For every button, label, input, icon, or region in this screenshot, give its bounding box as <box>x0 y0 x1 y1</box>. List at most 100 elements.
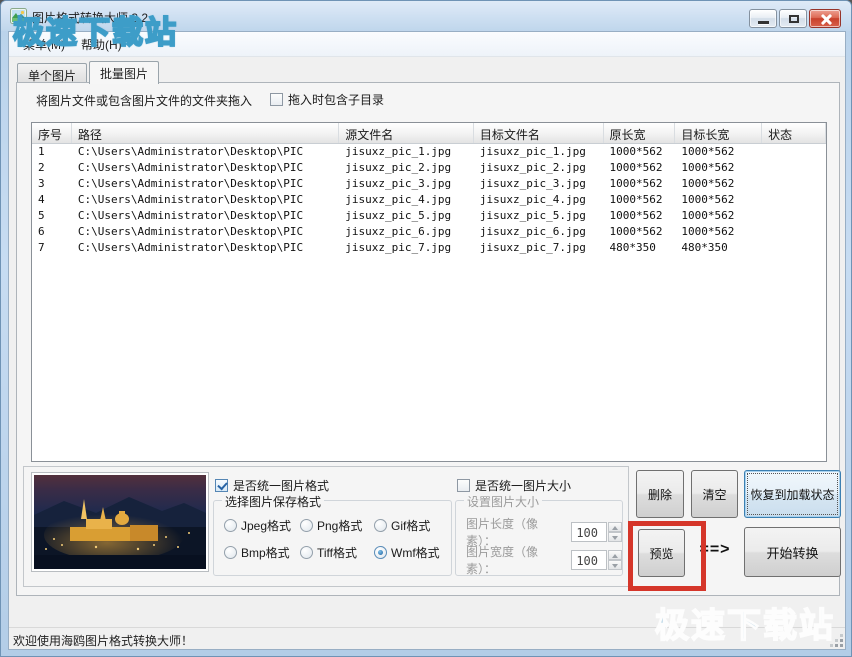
tab-batch-images[interactable]: 批量图片 <box>89 61 159 84</box>
unify-format-checkbox[interactable] <box>215 479 228 492</box>
table-cell-target_size: 1000*562 <box>675 224 762 240</box>
radio-png[interactable] <box>300 519 313 532</box>
table-cell-target: jisuxz_pic_2.jpg <box>474 160 604 176</box>
col-header-target-size[interactable]: 目标长宽 <box>675 123 762 143</box>
night-city-image <box>34 475 206 569</box>
table-cell-target_size: 1000*562 <box>675 208 762 224</box>
down-arrow-icon[interactable] <box>608 560 622 570</box>
start-convert-button[interactable]: 开始转换 <box>744 527 841 577</box>
table-row[interactable]: 4C:\Users\Administrator\Desktop\PICjisux… <box>32 192 826 208</box>
radio-gif[interactable] <box>374 519 387 532</box>
table-row[interactable]: 2C:\Users\Administrator\Desktop\PICjisux… <box>32 160 826 176</box>
tab-single-image[interactable]: 单个图片 <box>17 63 87 83</box>
format-groupbox: 选择图片保存格式 Jpeg格式 Png格式 Gif格式 Bmp格式 <box>213 500 452 576</box>
table-cell-source: jisuxz_pic_5.jpg <box>339 208 474 224</box>
table-row[interactable]: 5C:\Users\Administrator\Desktop\PICjisux… <box>32 208 826 224</box>
tab-strip: 单个图片 批量图片 <box>17 61 161 83</box>
table-cell-status <box>762 176 826 192</box>
width-stepper[interactable] <box>608 550 622 570</box>
unify-size-checkbox[interactable] <box>457 479 470 492</box>
status-bar: 欢迎使用海鸥图片格式转换大师！ <box>9 627 845 649</box>
table-cell-index: 4 <box>32 192 72 208</box>
drop-hint-label: 将图片文件或包含图片文件的文件夹拖入 <box>36 92 252 109</box>
window-title: 图片格式转换大师 3.2 <box>32 9 148 26</box>
table-cell-target_size: 1000*562 <box>675 192 762 208</box>
table-cell-status <box>762 208 826 224</box>
table-row[interactable]: 6C:\Users\Administrator\Desktop\PIC jisux… <box>32 224 826 240</box>
col-header-status[interactable]: 状态 <box>762 123 826 143</box>
client-area: 菜单(M) 帮助(H) 单个图片 批量图片 将图片文件或包含图片文件的文件夹拖入… <box>8 31 846 650</box>
app-window: 图片格式转换大师 3.2 菜单(M) 帮助(H) 单个图片 批量图片 将图片文件… <box>0 0 852 657</box>
preview-thumbnail <box>31 472 209 572</box>
resize-grip-icon[interactable] <box>830 634 843 647</box>
table-cell-index: 6 <box>32 224 72 240</box>
table-header-row: 序号 路径 源文件名 目标文件名 原长宽 目标长宽 状态 <box>32 123 826 144</box>
table-cell-path: C:\Users\Administrator\Desktop\PIC <box>72 224 339 240</box>
table-cell-index: 7 <box>32 240 72 256</box>
maximize-icon <box>789 15 799 23</box>
delete-button[interactable]: 删除 <box>636 470 684 518</box>
table-row[interactable]: 1C:\Users\Administrator\Desktop\PICjisux… <box>32 144 826 160</box>
radio-jpeg[interactable] <box>224 519 237 532</box>
include-subdir-label: 拖入时包含子目录 <box>288 91 384 108</box>
table-cell-source: jisuxz_pic_7.jpg <box>339 240 474 256</box>
file-table: 序号 路径 源文件名 目标文件名 原长宽 目标长宽 状态 1C:\Users\A… <box>31 122 827 462</box>
batch-tab-page: 将图片文件或包含图片文件的文件夹拖入 拖入时包含子目录 序号 路径 源文件名 目… <box>16 82 840 596</box>
table-row[interactable]: 7C:\Users\Administrator\Desktop\PICjisux… <box>32 240 826 256</box>
table-cell-path: C:\Users\Administrator\Desktop\PIC <box>72 240 339 256</box>
annotation-highlight-box <box>628 521 706 591</box>
radio-tiff[interactable] <box>300 546 313 559</box>
radio-jpeg-label: Jpeg格式 <box>241 517 291 534</box>
table-cell-target: jisuxz_pic_4.jpg <box>474 192 604 208</box>
close-button[interactable] <box>809 9 841 28</box>
table-cell-index: 1 <box>32 144 72 160</box>
table-cell-target_size: 1000*562 <box>675 144 762 160</box>
radio-bmp[interactable] <box>224 546 237 559</box>
table-cell-orig_size: 1000*562 <box>604 192 676 208</box>
table-cell-source: jisuxz_pic_3.jpg <box>339 176 474 192</box>
unify-size-label: 是否统一图片大小 <box>475 477 571 494</box>
table-cell-path: C:\Users\Administrator\Desktop\PIC <box>72 208 339 224</box>
table-row[interactable]: 3C:\Users\Administrator\Desktop\PICjisux… <box>32 176 826 192</box>
col-header-index[interactable]: 序号 <box>32 123 72 143</box>
radio-tiff-label: Tiff格式 <box>317 544 357 561</box>
menu-item-system[interactable]: 菜单(M) <box>15 33 73 56</box>
col-header-orig-size[interactable]: 原长宽 <box>604 123 676 143</box>
include-subdir-checkbox[interactable] <box>270 93 283 106</box>
table-cell-source: jisuxz_pic_1.jpg <box>339 144 474 160</box>
table-cell-status <box>762 240 826 256</box>
table-cell-target: jisuxz_pic_1.jpg <box>474 144 604 160</box>
down-arrow-icon[interactable] <box>608 532 622 542</box>
table-cell-index: 5 <box>32 208 72 224</box>
table-cell-orig_size: 1000*562 <box>604 160 676 176</box>
table-cell-status <box>762 192 826 208</box>
table-cell-index: 2 <box>32 160 72 176</box>
table-cell-orig_size: 1000*562 <box>604 144 676 160</box>
table-cell-path: C:\Users\Administrator\Desktop\PIC <box>72 144 339 160</box>
table-body: 1C:\Users\Administrator\Desktop\PICjisux… <box>32 144 826 256</box>
radio-wmf[interactable] <box>374 546 387 559</box>
radio-png-label: Png格式 <box>317 517 362 534</box>
length-input[interactable]: 100 <box>571 522 607 542</box>
table-cell-target_size: 1000*562 <box>675 176 762 192</box>
length-stepper[interactable] <box>608 522 622 542</box>
table-cell-orig_size: 1000*562 <box>604 208 676 224</box>
table-cell-orig_size: 1000*562 <box>604 224 676 240</box>
table-cell-status <box>762 160 826 176</box>
clear-button[interactable]: 清空 <box>691 470 738 518</box>
col-header-path[interactable]: 路径 <box>72 123 339 143</box>
table-cell-target: jisuxz_pic_6.jpg <box>474 224 604 240</box>
table-cell-path: C:\Users\Administrator\Desktop\PIC <box>72 192 339 208</box>
restore-button[interactable]: 恢复到加载状态 <box>744 470 841 518</box>
maximize-button[interactable] <box>779 9 807 28</box>
table-cell-status <box>762 144 826 160</box>
table-cell-orig_size: 480*350 <box>604 240 676 256</box>
col-header-source[interactable]: 源文件名 <box>339 123 474 143</box>
minimize-button[interactable] <box>749 9 777 28</box>
up-arrow-icon[interactable] <box>608 522 622 532</box>
up-arrow-icon[interactable] <box>608 550 622 560</box>
width-input[interactable]: 100 <box>571 550 607 570</box>
col-header-target[interactable]: 目标文件名 <box>474 123 604 143</box>
menu-item-help[interactable]: 帮助(H) <box>73 33 130 56</box>
table-cell-source: jisuxz_pic_4.jpg <box>339 192 474 208</box>
